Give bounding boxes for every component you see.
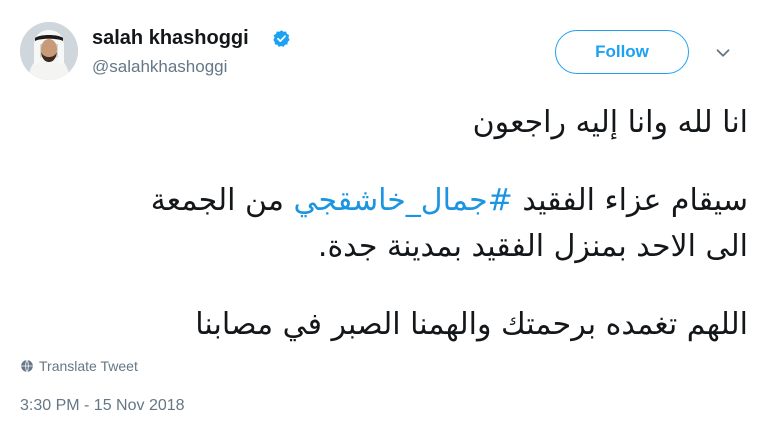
tweet-line-4: اللهم تغمده برحمتك والهمنا الصبر في مصاب… bbox=[195, 307, 748, 342]
tweet-timestamp[interactable]: 3:30 PM - 15 Nov 2018 bbox=[20, 397, 185, 415]
tweet-line-2: سيقام عزاء الفقيد #جمال_خاشقجي من الجمعة bbox=[20, 178, 748, 224]
globe-icon bbox=[21, 359, 33, 373]
tweet-line-1: انا لله وانا إليه راجعون bbox=[472, 105, 748, 140]
display-name[interactable]: salah khashoggi bbox=[92, 27, 249, 50]
tweet-line-3: الى الاحد بمنزل الفقيد بمدينة جدة. bbox=[317, 229, 748, 264]
avatar-photo bbox=[20, 22, 78, 80]
translate-label: Translate Tweet bbox=[39, 358, 138, 374]
chevron-down-icon[interactable] bbox=[712, 42, 734, 64]
avatar[interactable] bbox=[20, 22, 78, 80]
hashtag-link[interactable]: #جمال_خاشقجي bbox=[293, 183, 512, 218]
verified-badge-icon bbox=[273, 30, 290, 47]
translate-tweet-link[interactable]: Translate Tweet bbox=[20, 358, 138, 374]
tweet-text-segment: من الجمعة bbox=[150, 183, 294, 218]
tweet-text-segment: سيقام عزاء الفقيد bbox=[512, 183, 748, 218]
tweet-text: انا لله وانا إليه راجعون سيقام عزاء الفق… bbox=[20, 100, 748, 348]
user-handle[interactable]: @salahkhashoggi bbox=[92, 57, 227, 77]
follow-button[interactable]: Follow bbox=[555, 30, 689, 74]
